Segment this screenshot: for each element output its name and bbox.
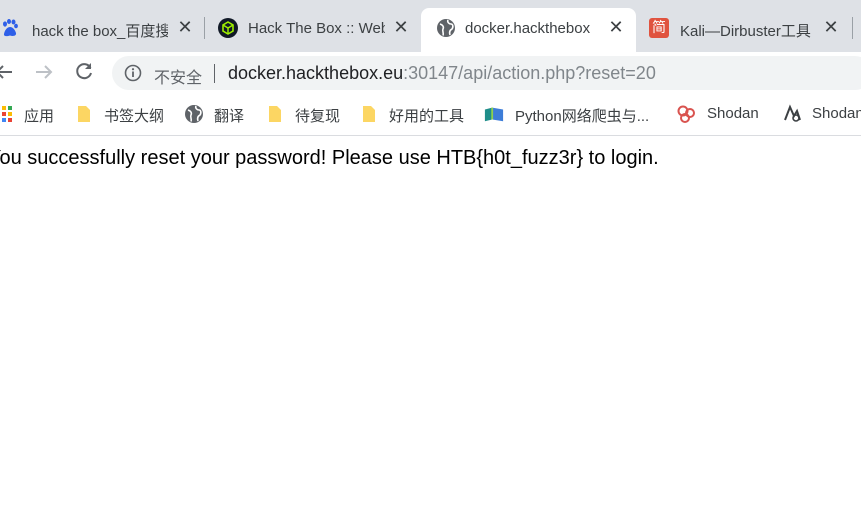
reset-success-message: You successfully reset your password! Pl…	[0, 147, 659, 169]
tab-baidu[interactable]: hack the box_百度搜 ✕	[0, 8, 202, 56]
bookmark-label: Python网络爬虫与...	[515, 108, 650, 125]
close-icon[interactable]: ✕	[176, 18, 194, 36]
bookmark-folder-outline[interactable]: 书签大纲	[74, 104, 170, 125]
bookmark-folder-repro[interactable]: 待复现	[265, 104, 345, 125]
shodan-alt-icon	[784, 104, 801, 122]
url-host: docker.hackthebox.eu	[228, 63, 404, 83]
forward-arrow-icon[interactable]	[32, 60, 56, 84]
bookmark-translate[interactable]: 翻译	[184, 104, 248, 125]
bookmark-label: 好用的工具	[389, 108, 465, 125]
back-arrow-icon[interactable]	[0, 60, 16, 84]
bookmark-label: 翻译	[214, 108, 245, 125]
jian-icon: 简	[649, 18, 669, 38]
bookmark-python-crawler[interactable]: Python网络爬虫与...	[484, 104, 656, 125]
bookmark-folder-tools[interactable]: 好用的工具	[359, 104, 469, 125]
bookmarks-bar: 应用 书签大纲 翻译 待复现 好用的工具 Python网络爬虫与... Shod…	[0, 93, 861, 136]
bookmark-label: 待复现	[295, 108, 341, 125]
url-text[interactable]: docker.hackthebox.eu:30147/api/action.ph…	[228, 63, 656, 84]
tab-docker-active[interactable]: docker.hackthebox ✕	[421, 8, 636, 56]
tab-title: Hack The Box :: Website	[248, 20, 385, 37]
tab-title: Kali—Dirbuster工具	[680, 23, 811, 40]
apps-grid-icon	[2, 106, 12, 122]
bookmark-label: 应用	[24, 108, 55, 125]
url-path: :30147/api/action.php?reset=20	[403, 63, 656, 83]
tab-separator	[204, 17, 205, 39]
htb-cube-icon	[218, 18, 238, 38]
folder-icon	[363, 106, 375, 122]
reload-icon[interactable]	[72, 60, 96, 84]
globe-icon	[185, 105, 203, 123]
bookmark-shodan-2[interactable]: Shodan	[782, 104, 861, 124]
baidu-paw-icon	[3, 19, 18, 37]
shodan-icon	[677, 105, 695, 123]
folder-icon	[78, 106, 90, 122]
tab-strip: hack the box_百度搜 ✕ Hack The Box :: Websi…	[0, 0, 861, 56]
close-icon[interactable]: ✕	[822, 18, 840, 36]
bookmark-shodan[interactable]: Shodan	[676, 104, 766, 124]
tab-title: docker.hackthebox	[465, 20, 591, 37]
tab-kali-dirbuster[interactable]: 简 Kali—Dirbuster工具 ✕	[638, 8, 852, 56]
folder-icon	[269, 106, 281, 122]
bookmark-label: 书签大纲	[104, 108, 165, 125]
address-bar[interactable]: 不安全 docker.hackthebox.eu:30147/api/actio…	[112, 56, 861, 90]
globe-icon	[437, 19, 455, 37]
bookmark-label: Shodan	[707, 105, 759, 122]
close-icon[interactable]: ✕	[607, 18, 625, 36]
omnibox-divider	[214, 64, 215, 83]
info-icon[interactable]	[124, 64, 142, 82]
close-icon[interactable]: ✕	[392, 18, 410, 36]
security-label[interactable]: 不安全	[154, 64, 202, 88]
bookmark-apps[interactable]: 应用	[0, 104, 58, 125]
tab-separator	[852, 17, 853, 39]
python-book-icon	[484, 107, 504, 122]
tab-hackthebox[interactable]: Hack The Box :: Website ✕	[206, 8, 420, 56]
browser-toolbar: 不安全 docker.hackthebox.eu:30147/api/actio…	[0, 52, 861, 93]
bookmark-label: Shodan	[812, 105, 861, 122]
tab-title: hack the box_百度搜	[32, 23, 168, 40]
